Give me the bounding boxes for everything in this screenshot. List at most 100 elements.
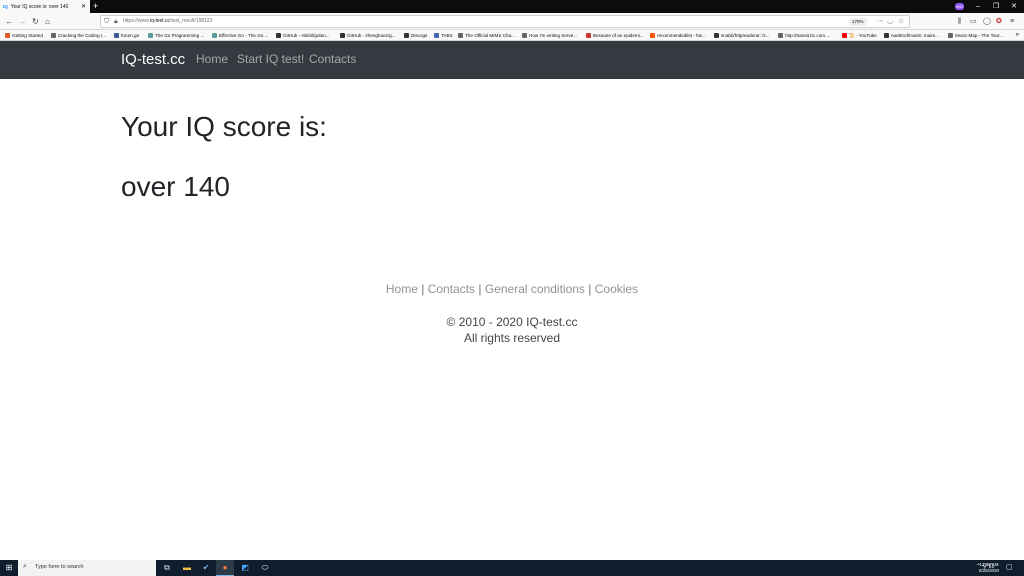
window-close-icon[interactable]: ✕ (1004, 0, 1024, 13)
footer-links: Home | Contacts | General conditions | C… (0, 282, 1024, 296)
bookmark-icon (650, 33, 655, 38)
footer-link-cookies[interactable]: Cookies (595, 282, 638, 296)
windows-start-icon[interactable]: ⊞ (0, 560, 18, 576)
url-path: /test_result/198122 (169, 18, 213, 24)
bookmark-item[interactable]: Cracking the Coding I... (51, 31, 106, 40)
bookmark-item[interactable]: Discogs (404, 31, 427, 40)
bookmark-item[interactable]: recommendedlist - his... (650, 31, 706, 40)
bookmark-icon (114, 33, 119, 38)
notification-icon[interactable]: ▢ (1006, 563, 1013, 571)
bookmarks-bar: Getting Started Cracking the Coding I...… (0, 30, 1024, 41)
firefox-icon[interactable]: ● (216, 560, 234, 576)
url-text[interactable]: https://www.iq-test.cc/test_result/19812… (123, 18, 213, 24)
minimize-icon[interactable]: – (968, 0, 988, 13)
youtube-icon (842, 33, 847, 38)
bookmark-icon (458, 33, 463, 38)
footer-link-contacts[interactable]: Contacts (428, 282, 475, 296)
footer-separator: | (588, 282, 592, 296)
app-icon[interactable]: ⬭ (256, 560, 274, 576)
url-prefix: https://www. (123, 18, 150, 24)
task-view-icon[interactable]: ⧉ (158, 560, 176, 576)
taskbar: ⊞ ⌕ Type here to search ⧉ ▬ ✔ ● ◩ ⬭ ⌃ ⚲ … (0, 560, 1024, 576)
bookmark-item[interactable]: Music-Map - The Tour... (948, 31, 1003, 40)
clock-date: 8/26/2020 (978, 568, 1000, 573)
reload-icon[interactable]: ↻ (30, 16, 41, 27)
home-icon[interactable]: ⌂ (42, 16, 53, 27)
restore-icon[interactable]: ❐ (986, 0, 1006, 13)
footer-link-home[interactable]: Home (386, 282, 418, 296)
steam-icon[interactable]: ✔ (197, 560, 215, 576)
nav-link-home[interactable]: Home (196, 52, 228, 66)
taskbar-search[interactable]: ⌕ Type here to search (18, 560, 156, 576)
bookmark-icon (522, 33, 527, 38)
nav-link-contacts[interactable]: Contacts (309, 52, 356, 66)
copyright-text: © 2010 - 2020 IQ-test.cc (446, 315, 578, 329)
iq-score: over 140 (121, 171, 230, 202)
bookmark-icon (51, 33, 56, 38)
bookmark-icon (340, 33, 345, 38)
bookmark-item[interactable]: naebtrof/maimi: maim... (884, 31, 939, 40)
bookmark-icon (5, 33, 10, 38)
forward-arrow-icon[interactable]: → (17, 16, 28, 27)
browser-tab-active[interactable]: IQ Your IQ score is: over 140 ✕ (0, 0, 90, 13)
bookmark-item[interactable]: Effective Go - The Go ... (212, 31, 268, 40)
bookmark-icon (434, 33, 439, 38)
sidebar-icon[interactable]: ▭ (970, 16, 977, 27)
bookmark-item[interactable]: snabb/httpreaderat: G... (714, 31, 770, 40)
close-tab-icon[interactable]: ✕ (81, 3, 90, 10)
profile-badge[interactable]: WO (955, 3, 964, 10)
tab-title: Your IQ score is: over 140 (10, 3, 69, 10)
bookmark-item[interactable]: 📜 - YouTube (842, 31, 877, 40)
zoom-level-badge[interactable]: 170% (849, 18, 867, 26)
browser-toolbar: ← → ↻ ⌂ ⛉ 🔒︎ https://www.iq-test.cc/test… (0, 13, 1024, 30)
vscode-icon[interactable]: ◩ (236, 560, 254, 576)
bookmark-icon (948, 33, 953, 38)
bookmark-star-icon[interactable]: ☆ (898, 17, 904, 27)
pocket-icon[interactable]: ◡ (887, 17, 893, 27)
library-icon[interactable]: ⫼ (958, 16, 961, 27)
bookmark-icon (212, 33, 217, 38)
extension-icon[interactable]: ✪ (996, 16, 1002, 27)
account-icon[interactable]: ◯ (983, 16, 991, 27)
bookmark-icon (404, 33, 409, 38)
clock[interactable]: 12:36 AM 8/26/2020 (975, 562, 1003, 574)
footer-separator: | (421, 282, 425, 296)
bookmark-item[interactable]: forum.ge (114, 31, 139, 40)
address-bar[interactable]: ⛉ 🔒︎ https://www.iq-test.cc/test_result/… (100, 15, 910, 28)
bookmark-item[interactable]: TABS (434, 31, 453, 40)
bookmark-icon (586, 33, 591, 38)
browser-tab-strip: IQ Your IQ score is: over 140 ✕ + WO – ❐… (0, 0, 1024, 13)
taskbar-search-placeholder: Type here to search (35, 564, 84, 570)
bookmark-item[interactable]: The Official MIMS Cha... (458, 31, 515, 40)
new-tab-button[interactable]: + (93, 1, 98, 12)
favicon-icon: IQ (3, 4, 8, 9)
site-navbar: IQ-test.cc Home Start IQ test! Contacts (0, 41, 1024, 79)
site-brand[interactable]: IQ-test.cc (121, 51, 185, 68)
bookmark-icon (148, 33, 153, 38)
bookmark-item[interactable]: Because of an epidemi... (586, 31, 644, 40)
footer-link-general-conditions[interactable]: General conditions (485, 282, 585, 296)
shield-icon[interactable]: ⛉ (104, 17, 109, 27)
back-arrow-icon[interactable]: ← (4, 16, 15, 27)
bookmarks-overflow-icon[interactable]: » (1016, 31, 1019, 40)
nav-link-start-test[interactable]: Start IQ test! (237, 52, 304, 66)
bookmark-icon (778, 33, 783, 38)
bookmark-item[interactable]: Getting Started (5, 31, 43, 40)
page-actions-icon[interactable]: ⋯ (877, 17, 884, 27)
rights-text: All rights reserved (463, 331, 561, 345)
bookmark-item[interactable]: How I'm writing Serve... (522, 31, 577, 40)
bookmark-icon (714, 33, 719, 38)
bookmark-item[interactable]: GitHub - Aiikhil/golan... (276, 31, 329, 40)
search-icon: ⌕ (23, 563, 27, 570)
lock-icon[interactable]: 🔒︎ (114, 17, 118, 27)
bookmark-item[interactable]: GitHub - zhenghaoz/g... (340, 31, 396, 40)
bookmark-item[interactable]: http://transit.ttc.com.... (778, 31, 830, 40)
file-explorer-icon[interactable]: ▬ (178, 560, 196, 576)
menu-icon[interactable]: ≡ (1010, 16, 1014, 27)
bookmark-icon (276, 33, 281, 38)
result-heading: Your IQ score is: (121, 111, 327, 142)
url-domain: iq-test.cc (149, 18, 170, 24)
footer-separator: | (478, 282, 482, 296)
bookmark-item[interactable]: The Go Programming ... (148, 31, 204, 40)
bookmark-icon (884, 33, 889, 38)
